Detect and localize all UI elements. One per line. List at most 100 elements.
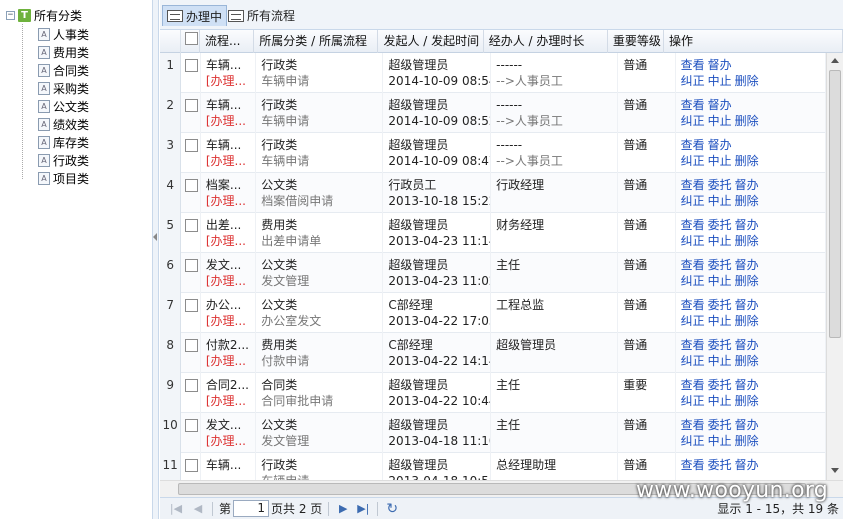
collapse-left-icon[interactable] bbox=[153, 233, 157, 241]
row-select[interactable] bbox=[181, 213, 201, 253]
action-link[interactable]: 中止 bbox=[708, 394, 732, 408]
action-link[interactable]: 纠正 bbox=[681, 434, 705, 448]
collapse-icon[interactable]: − bbox=[6, 10, 15, 20]
action-link[interactable]: 查看 bbox=[681, 98, 705, 112]
row-select[interactable] bbox=[181, 413, 201, 453]
tree-item[interactable]: A 项目类 bbox=[38, 170, 89, 187]
flow-name[interactable]: 办公... bbox=[206, 297, 255, 313]
tree-item[interactable]: A 绩效类 bbox=[38, 116, 89, 133]
table-row[interactable]: 6 发文... [办理... 公文类 发文管理 超级管理员 2013-04-23 11:02… bbox=[160, 253, 827, 293]
tab-in-progress[interactable]: 办理中 bbox=[162, 5, 228, 26]
panel-splitter[interactable] bbox=[153, 0, 159, 519]
action-link[interactable]: 督办 bbox=[735, 178, 759, 192]
action-link[interactable]: 查看 bbox=[681, 138, 705, 152]
tree-item[interactable]: A 行政类 bbox=[38, 152, 89, 169]
row-select[interactable] bbox=[181, 333, 201, 373]
action-link[interactable]: 督办 bbox=[735, 218, 759, 232]
action-link[interactable]: 委托 bbox=[708, 178, 732, 192]
action-link[interactable]: 纠正 bbox=[681, 354, 705, 368]
tab-all-flows[interactable]: 所有流程 bbox=[224, 5, 299, 26]
page-number-input[interactable]: 1 bbox=[233, 500, 270, 517]
action-link[interactable]: 删除 bbox=[735, 274, 759, 288]
action-link[interactable]: 督办 bbox=[708, 58, 732, 72]
header-category[interactable]: 所属分类 / 所属流程 bbox=[254, 30, 379, 53]
table-row[interactable]: 4 档案... [办理... 公文类 档案借阅申请 行政员工 2013-10-18 15:2… bbox=[160, 173, 827, 213]
action-link[interactable]: 纠正 bbox=[681, 154, 705, 168]
row-select[interactable] bbox=[181, 293, 201, 333]
action-link[interactable]: 纠正 bbox=[681, 394, 705, 408]
row-checkbox[interactable] bbox=[185, 99, 199, 112]
next-page-icon[interactable]: ▶ bbox=[335, 502, 351, 515]
flow-name[interactable]: 付款2... bbox=[206, 337, 255, 353]
action-link[interactable]: 委托 bbox=[708, 338, 732, 352]
flow-name[interactable]: 车辆... bbox=[206, 97, 255, 113]
row-checkbox[interactable] bbox=[185, 379, 199, 392]
flow-name[interactable]: 车辆... bbox=[206, 137, 255, 153]
header-initiator[interactable]: 发起人 / 发起时间 bbox=[378, 30, 484, 53]
action-link[interactable]: 中止 bbox=[708, 314, 732, 328]
flow-name[interactable]: 出差... bbox=[206, 217, 255, 233]
tree-item[interactable]: A 公文类 bbox=[38, 98, 89, 115]
action-link[interactable]: 中止 bbox=[708, 194, 732, 208]
action-link[interactable]: 委托 bbox=[708, 458, 732, 472]
action-link[interactable]: 纠正 bbox=[681, 114, 705, 128]
row-select[interactable] bbox=[181, 93, 201, 133]
action-link[interactable]: 中止 bbox=[708, 114, 732, 128]
action-link[interactable]: 查看 bbox=[681, 458, 705, 472]
tree-item[interactable]: A 费用类 bbox=[38, 44, 89, 61]
tree-item[interactable]: A 人事类 bbox=[38, 26, 89, 43]
flow-name[interactable]: 车辆... bbox=[206, 457, 255, 473]
action-link[interactable]: 督办 bbox=[735, 378, 759, 392]
row-checkbox[interactable] bbox=[185, 339, 199, 352]
select-all-checkbox[interactable] bbox=[184, 32, 198, 45]
action-link[interactable]: 查看 bbox=[681, 338, 705, 352]
action-link[interactable]: 督办 bbox=[735, 338, 759, 352]
action-link[interactable]: 查看 bbox=[681, 58, 705, 72]
action-link[interactable]: 中止 bbox=[708, 234, 732, 248]
action-link[interactable]: 中止 bbox=[708, 74, 732, 88]
action-link[interactable]: 委托 bbox=[708, 218, 732, 232]
prev-page-icon[interactable]: ◀ bbox=[190, 502, 206, 515]
action-link[interactable]: 删除 bbox=[735, 354, 759, 368]
row-select[interactable] bbox=[181, 53, 201, 93]
action-link[interactable]: 纠正 bbox=[681, 274, 705, 288]
flow-name[interactable]: 发文... bbox=[206, 417, 255, 433]
row-checkbox[interactable] bbox=[185, 459, 199, 472]
action-link[interactable]: 中止 bbox=[708, 354, 732, 368]
table-row[interactable]: 3 车辆... [办理... 行政类 车辆申请 超级管理员 2014-10-09 08:47… bbox=[160, 133, 827, 173]
action-link[interactable]: 委托 bbox=[708, 378, 732, 392]
action-link[interactable]: 查看 bbox=[681, 418, 705, 432]
refresh-icon[interactable]: ↻ bbox=[384, 501, 400, 517]
action-link[interactable]: 中止 bbox=[708, 274, 732, 288]
table-row[interactable]: 9 合同2... [办理... 合同类 合同审批申请 超级管理员 2013-04-22 10… bbox=[160, 373, 827, 413]
action-link[interactable]: 查看 bbox=[681, 298, 705, 312]
action-link[interactable]: 督办 bbox=[708, 138, 732, 152]
row-select[interactable] bbox=[181, 173, 201, 213]
action-link[interactable]: 纠正 bbox=[681, 194, 705, 208]
header-flow[interactable]: 流程... bbox=[200, 30, 255, 53]
table-row[interactable]: 10 发文... [办理... 公文类 发文管理 超级管理员 2013-04-18 11:1… bbox=[160, 413, 827, 453]
table-row[interactable]: 7 办公... [办理... 公文类 办公室发文 C部经理 2013-04-22 17:05… bbox=[160, 293, 827, 333]
flow-name[interactable]: 车辆... bbox=[206, 57, 255, 73]
row-select[interactable] bbox=[181, 133, 201, 173]
vertical-scrollbar[interactable] bbox=[826, 53, 843, 480]
scroll-up-icon[interactable] bbox=[831, 58, 839, 63]
flow-name[interactable]: 合同2... bbox=[206, 377, 255, 393]
action-link[interactable]: 督办 bbox=[735, 298, 759, 312]
row-select[interactable] bbox=[181, 253, 201, 293]
action-link[interactable]: 中止 bbox=[708, 154, 732, 168]
action-link[interactable]: 删除 bbox=[735, 194, 759, 208]
header-handler[interactable]: 经办人 / 办理时长 bbox=[484, 30, 608, 53]
row-select[interactable] bbox=[181, 373, 201, 413]
row-checkbox[interactable] bbox=[185, 219, 199, 232]
tree-item[interactable]: A 库存类 bbox=[38, 134, 89, 151]
action-link[interactable]: 查看 bbox=[681, 178, 705, 192]
action-link[interactable]: 删除 bbox=[735, 394, 759, 408]
header-level[interactable]: 重要等级 bbox=[608, 30, 664, 53]
action-link[interactable]: 删除 bbox=[735, 74, 759, 88]
table-row[interactable]: 2 车辆... [办理... 行政类 车辆申请 超级管理员 2014-10-09 08:52… bbox=[160, 93, 827, 133]
first-page-icon[interactable]: |◀ bbox=[168, 502, 184, 515]
action-link[interactable]: 纠正 bbox=[681, 74, 705, 88]
action-link[interactable]: 委托 bbox=[708, 258, 732, 272]
action-link[interactable]: 督办 bbox=[735, 458, 759, 472]
